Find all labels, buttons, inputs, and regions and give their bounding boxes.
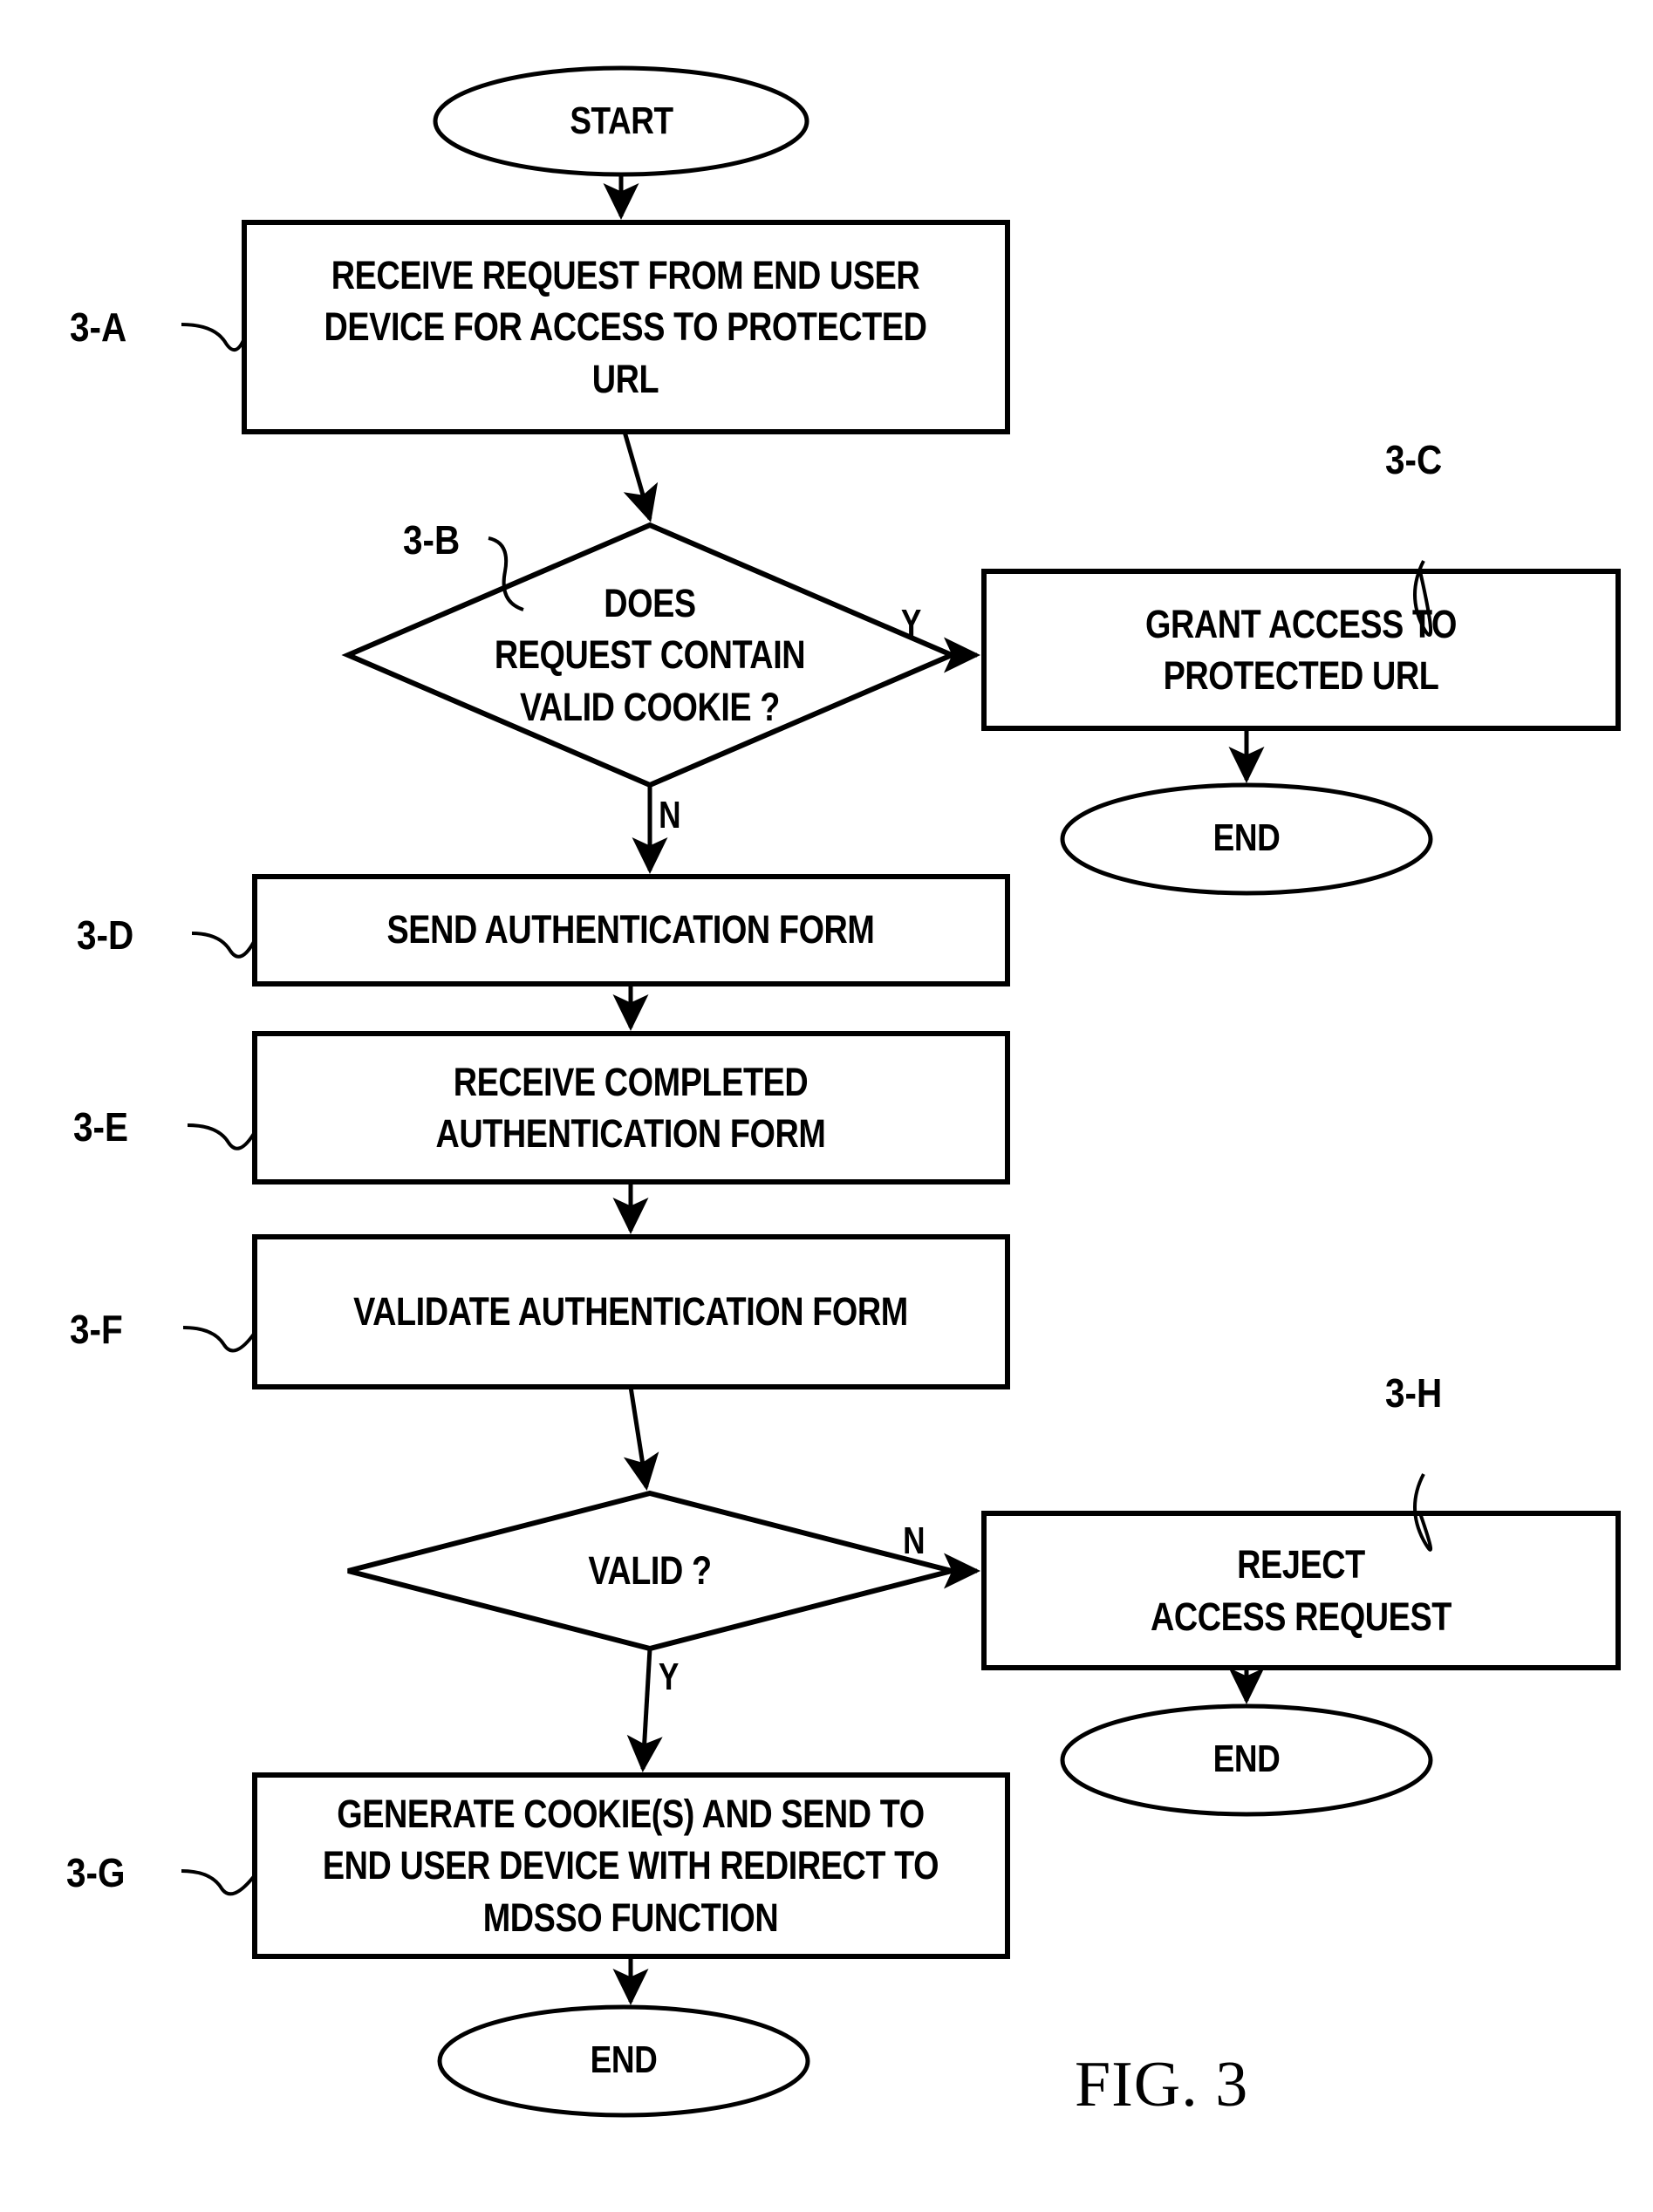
leader-3e	[187, 1123, 256, 1150]
ref-label-3h: 3-H	[1385, 1370, 1443, 1416]
edge-3f-to-valid	[623, 1386, 659, 1491]
edge-label-valid-no: N	[903, 1519, 926, 1562]
leader-3f	[182, 1326, 256, 1353]
step-3h-shape	[981, 1511, 1621, 1670]
start-terminator-shape	[433, 65, 809, 177]
ref-label-3c: 3-C	[1385, 437, 1443, 482]
ref-label-3d: 3-D	[77, 912, 134, 958]
ref-label-3b: 3-B	[403, 517, 461, 563]
decision-valid-shape	[347, 1490, 953, 1652]
step-3e-shape	[252, 1031, 1010, 1185]
edge-label-3b-no: N	[659, 794, 681, 836]
ref-label-3e: 3-E	[73, 1104, 129, 1150]
leader-3a	[181, 323, 246, 352]
step-3d-shape	[252, 874, 1010, 987]
edge-label-valid-yes: Y	[658, 1656, 680, 1698]
ref-label-3a: 3-A	[70, 304, 127, 350]
leader-3d	[191, 932, 256, 959]
end-reject-terminator-shape	[1060, 1703, 1433, 1817]
figure-caption: FIG. 3	[1075, 2049, 1249, 2120]
edge-label-3b-yes: Y	[900, 602, 922, 645]
ref-label-3f: 3-F	[70, 1307, 123, 1352]
decision-3b-shape	[341, 522, 959, 789]
end-generate-terminator-shape	[437, 2004, 810, 2118]
step-3g-shape	[252, 1772, 1010, 1959]
edge-valid-yes-to-3g	[626, 1648, 663, 1772]
step-3f-shape	[252, 1234, 1010, 1389]
step-3a-shape	[242, 220, 1010, 434]
end-grant-terminator-shape	[1060, 782, 1433, 896]
figure-3-flowchart: START RECEIVE REQUEST FROM END USER DEVI…	[0, 0, 1653, 2212]
flowchart-canvas	[181, 65, 1621, 2118]
edge-3a-to-3b	[622, 431, 659, 522]
ref-label-3g: 3-G	[66, 1850, 126, 1895]
leader-3g	[181, 1869, 256, 1896]
step-3c-shape	[981, 569, 1621, 731]
